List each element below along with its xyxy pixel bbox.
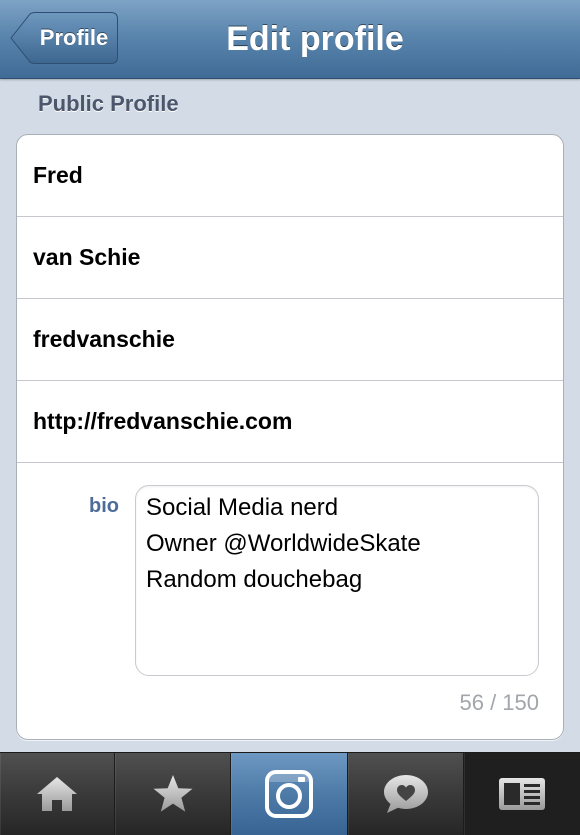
page-title: Edit profile xyxy=(226,20,404,58)
website-row xyxy=(17,381,563,463)
tab-news[interactable] xyxy=(348,753,464,835)
bio-line: Social Media nerd xyxy=(146,494,339,521)
navigation-bar: Profile Edit profile xyxy=(0,0,580,79)
last-name-row xyxy=(17,217,563,299)
back-button[interactable]: Profile xyxy=(10,12,118,64)
last-name-field[interactable] xyxy=(33,217,543,298)
tab-bar xyxy=(0,752,580,835)
news-bubble-icon xyxy=(383,775,428,813)
profile-card-icon xyxy=(499,778,545,810)
first-name-row xyxy=(17,135,563,217)
tab-profile[interactable] xyxy=(464,753,580,835)
profile-form-card: bio Social Media nerd Owner @WorldwideSk… xyxy=(16,134,564,740)
bio-line: Random douchebag xyxy=(146,566,363,593)
bio-character-counter: 56 / 150 xyxy=(459,690,539,715)
star-icon xyxy=(153,775,192,812)
tab-camera[interactable] xyxy=(231,753,348,835)
bio-line: Owner @WorldwideSkate xyxy=(146,530,421,557)
section-header-public-profile: Public Profile xyxy=(38,91,179,116)
tab-popular[interactable] xyxy=(115,753,231,835)
first-name-field[interactable] xyxy=(33,135,543,216)
camera-icon xyxy=(265,770,313,818)
tab-home[interactable] xyxy=(0,753,115,835)
bio-label: bio xyxy=(89,495,119,517)
back-button-label: Profile xyxy=(39,25,109,50)
bio-textarea[interactable]: Social Media nerd Owner @WorldwideSkate … xyxy=(135,485,539,676)
username-field[interactable] xyxy=(33,299,543,380)
username-row xyxy=(17,299,563,381)
website-field[interactable] xyxy=(33,381,543,462)
home-icon xyxy=(37,777,77,811)
